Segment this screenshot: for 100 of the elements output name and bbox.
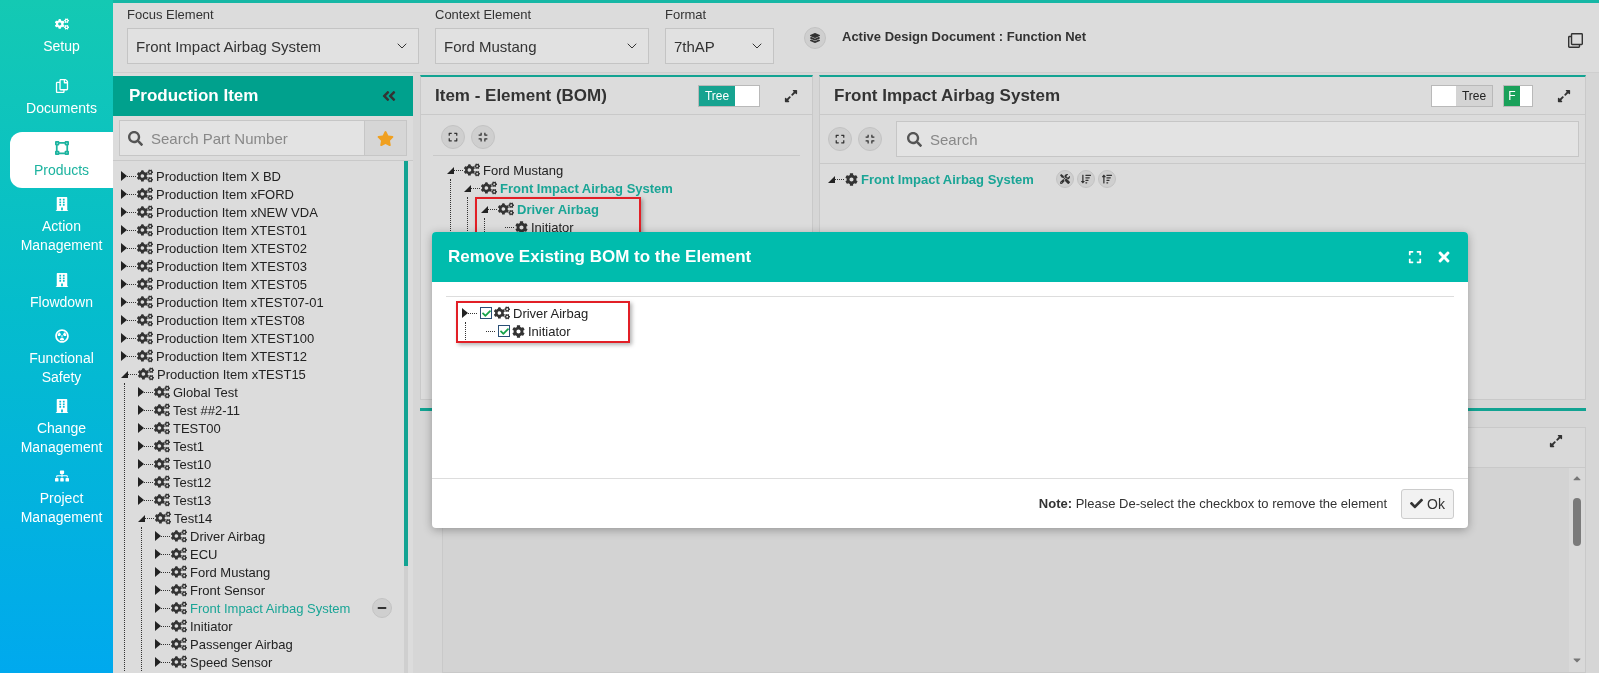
search-input[interactable]: Search [928,129,1568,149]
tree-item[interactable]: Initiator [528,323,571,339]
expand-all-button[interactable] [441,125,465,149]
expand-arrow-icon[interactable] [121,261,127,271]
expand-arrow-icon[interactable] [138,405,144,415]
collapse-panel-icon[interactable] [381,88,397,104]
tree-item[interactable]: Passenger Airbag [190,636,293,652]
search-field[interactable]: Search [896,121,1579,157]
scrollbar-thumb[interactable] [404,161,408,566]
expand-icon[interactable] [784,88,798,103]
expand-arrow-icon[interactable] [121,315,127,325]
expand-arrow-icon[interactable] [155,531,161,541]
collapse-arrow-icon[interactable] [121,370,128,378]
expand-icon[interactable] [1557,88,1571,103]
expand-icon[interactable] [1549,434,1563,448]
expand-arrow-icon[interactable] [138,459,144,469]
collapse-arrow-icon[interactable] [828,175,835,183]
expand-arrow-icon[interactable] [155,621,161,631]
tree-item[interactable]: Driver Airbag [190,528,266,544]
dropdown-select[interactable]: Front Impact Airbag System [127,28,419,64]
tree-item[interactable]: Initiator [190,618,233,634]
tree-item[interactable]: Test1 [173,438,205,454]
tree-item[interactable]: Production Item xTEST08 [156,312,305,328]
tree-item[interactable]: Production Item XTEST02 [156,240,307,256]
expand-arrow-icon[interactable] [121,171,127,181]
tree-item[interactable]: ECU [190,546,218,562]
collapse-all-button[interactable] [471,125,495,149]
expand-arrow-icon[interactable] [155,585,161,595]
tree-item[interactable]: Global Test [173,384,238,400]
tree-item[interactable]: Production Item xTEST07-01 [156,294,324,310]
tree-item[interactable]: TEST00 [173,420,221,436]
tree-item[interactable]: Ford Mustang [483,162,564,178]
dropdown-select[interactable]: Ford Mustang [435,28,649,64]
scrollbar-thumb[interactable] [1573,498,1581,546]
tree-item[interactable]: Production Item xFORD [156,186,294,202]
search-field[interactable]: Search Part Number [119,120,407,156]
tree-item[interactable]: Production Item XTEST03 [156,258,307,274]
copy-icon[interactable] [1568,33,1583,48]
expand-arrow-icon[interactable] [138,477,144,487]
collapse-arrow-icon[interactable] [464,184,471,192]
layers-button[interactable] [804,27,826,49]
gears-icon [137,294,153,310]
expand-arrow-icon[interactable] [121,189,127,199]
checkbox[interactable] [480,307,492,319]
expand-arrow-icon[interactable] [121,351,127,361]
expand-arrow-icon[interactable] [121,243,127,253]
search-input[interactable]: Search Part Number [149,128,356,148]
tree-item[interactable]: Production Item xNEW VDA [156,204,318,220]
field-label: Context Element [435,7,533,23]
expand-arrow-icon[interactable] [138,441,144,451]
tree-item[interactable]: Test ##2-11 [173,402,240,418]
tree-item[interactable]: Production Item XTEST05 [156,276,307,292]
tools-button[interactable] [1055,170,1074,188]
tree-item[interactable]: Production Item XTEST01 [156,222,307,238]
tree-item[interactable]: Test10 [173,456,212,472]
expand-arrow-icon[interactable] [138,387,144,397]
collapse-all-button[interactable] [858,127,882,151]
expand-arrow-icon[interactable] [121,297,127,307]
tree-item[interactable]: Production Item X BD [156,168,281,184]
tree-item[interactable]: Production Item XTEST100 [156,330,315,346]
sort-up-button[interactable] [1097,170,1116,188]
gears-icon [171,564,187,580]
panel-title: Production Item [129,86,259,106]
tree-item[interactable]: Initiator [531,219,574,235]
collapse-arrow-icon[interactable] [138,514,145,522]
tree-item[interactable]: Production Item xTEST15 [157,366,306,382]
star-icon [377,129,394,147]
expand-arrow-icon[interactable] [121,279,127,289]
checkbox[interactable] [498,325,510,337]
tree-item[interactable]: Test12 [173,474,212,490]
collapse-arrow-icon[interactable] [447,166,454,174]
collapse-arrow-icon[interactable] [481,205,488,213]
expand-arrow-icon[interactable] [138,423,144,433]
dropdown-select[interactable]: 7thAP [665,28,774,64]
building-icon [54,399,69,413]
expand-all-button[interactable] [828,127,852,151]
gears-icon [171,636,187,652]
gears-icon [154,402,170,418]
tree-item[interactable]: Ford Mustang [190,564,271,580]
tree-item[interactable]: Front Sensor [190,582,266,598]
tree-item[interactable]: Speed Sensor [190,654,273,670]
ok-button[interactable]: Ok [1401,488,1454,519]
expand-arrow-icon[interactable] [121,207,127,217]
expand-arrow-icon[interactable] [155,603,161,613]
tree-item[interactable]: Driver Airbag [513,305,589,321]
expand-arrow-icon[interactable] [462,308,468,318]
tree-toggle[interactable]: Tree [1431,84,1493,107]
sort-down-button[interactable] [1076,170,1095,188]
remove-button[interactable] [372,598,393,618]
expand-arrow-icon[interactable] [121,225,127,235]
active-document-label: Active Design Document : Function Net [842,29,1087,44]
expand-arrow-icon[interactable] [155,657,161,667]
tree-item[interactable]: Production Item XTEST12 [156,348,307,364]
tree-item[interactable]: Test13 [173,492,212,508]
expand-arrow-icon[interactable] [155,567,161,577]
expand-arrow-icon[interactable] [155,639,161,649]
tree-item[interactable]: Test14 [174,510,213,526]
expand-arrow-icon[interactable] [138,495,144,505]
expand-arrow-icon[interactable] [155,549,161,559]
expand-arrow-icon[interactable] [121,333,127,343]
